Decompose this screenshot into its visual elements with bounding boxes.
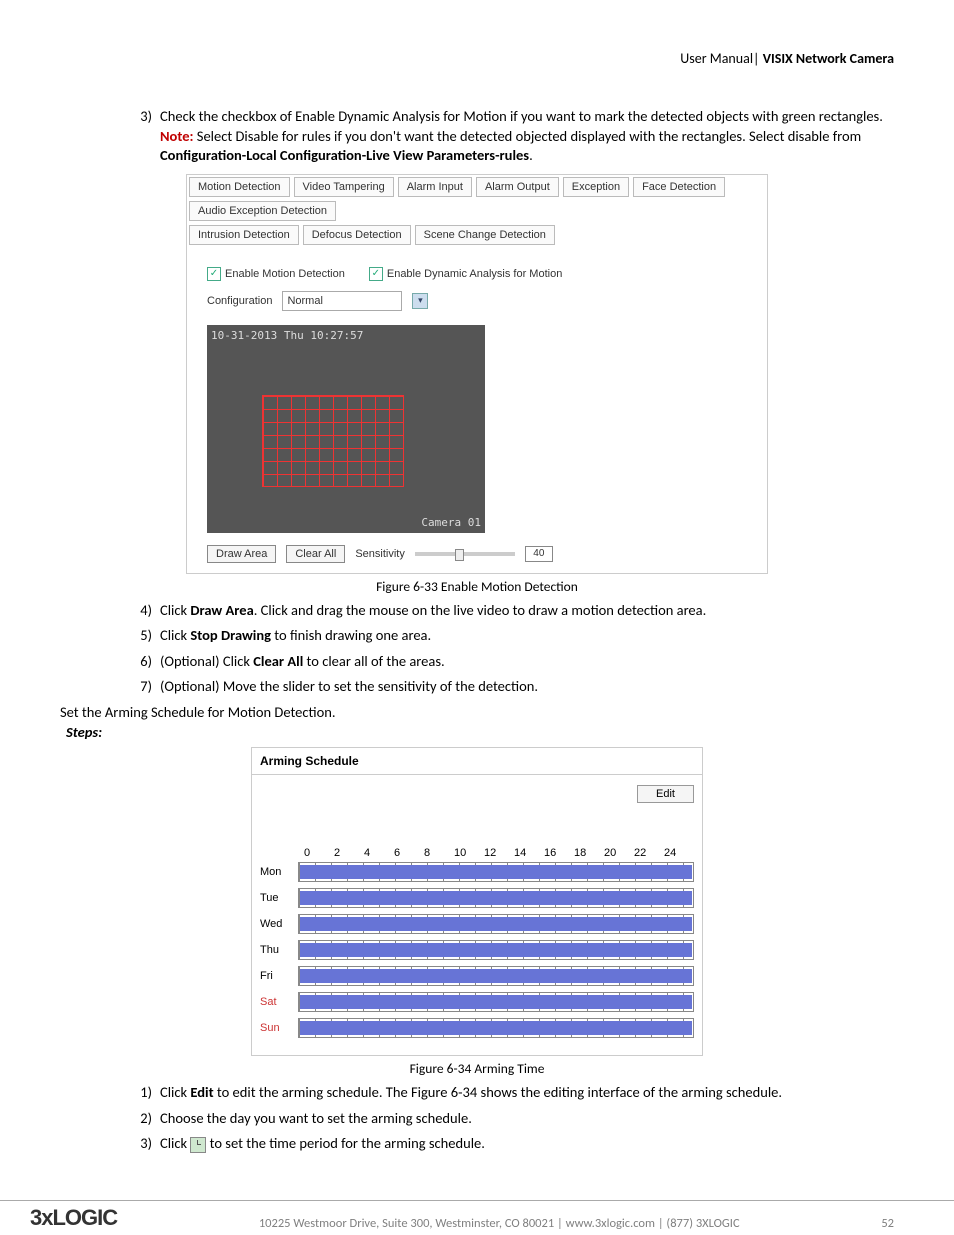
tab-audio-exception-detection[interactable]: Audio Exception Detection xyxy=(189,201,336,221)
header-left: User Manual| xyxy=(680,50,759,67)
enable-motion-label: Enable Motion Detection xyxy=(225,268,345,280)
day-row-thu: Thu xyxy=(260,937,694,963)
schedule-bar[interactable] xyxy=(298,862,694,882)
schedule-bar[interactable] xyxy=(298,888,694,908)
day-row-sun: Sun xyxy=(260,1015,694,1041)
tab-row-2: Intrusion DetectionDefocus DetectionScen… xyxy=(187,223,767,247)
motion-area-grid xyxy=(262,395,404,487)
steps-label: Steps: xyxy=(66,723,894,741)
arm-step-3-content: Click to set the time period for the arm… xyxy=(160,1134,894,1154)
day-row-fri: Fri xyxy=(260,963,694,989)
day-row-sat: Sat xyxy=(260,989,694,1015)
day-label: Wed xyxy=(260,918,298,930)
hour-tick: 6 xyxy=(394,847,424,859)
hour-tick: 14 xyxy=(514,847,544,859)
sensitivity-label: Sensitivity xyxy=(355,548,405,560)
arming-header: Set the Arming Schedule for Motion Detec… xyxy=(60,703,894,721)
step-6-num: 6) xyxy=(120,652,160,672)
schedule-bar[interactable] xyxy=(298,940,694,960)
arming-schedule-panel: Arming Schedule Edit 0246810121416182022… xyxy=(251,747,703,1056)
page-footer: 3xLOGIC 10225 Westmoor Drive, Suite 300,… xyxy=(0,1201,954,1231)
step-4-num: 4) xyxy=(120,601,160,621)
day-label: Sun xyxy=(260,1022,298,1034)
edit-button[interactable]: Edit xyxy=(637,785,694,803)
arm-step-3-num: 3) xyxy=(120,1134,160,1154)
camera-label: Camera 01 xyxy=(421,516,481,529)
logo: 3xLOGIC xyxy=(30,1205,117,1231)
hour-tick: 4 xyxy=(364,847,394,859)
hour-tick: 10 xyxy=(454,847,484,859)
enable-dynamic-checkbox[interactable]: ✓ xyxy=(369,267,383,281)
day-row-mon: Mon xyxy=(260,859,694,885)
day-row-tue: Tue xyxy=(260,885,694,911)
page-header: User Manual| VISIX Network Camera xyxy=(60,50,894,67)
arming-title: Arming Schedule xyxy=(252,748,702,775)
hours-header: 024681012141618202224 xyxy=(304,847,694,859)
day-label: Tue xyxy=(260,892,298,904)
sensitivity-slider[interactable] xyxy=(415,552,515,556)
arm-step-2-num: 2) xyxy=(120,1109,160,1129)
hour-tick: 16 xyxy=(544,847,574,859)
day-row-wed: Wed xyxy=(260,911,694,937)
schedule-bar[interactable] xyxy=(298,992,694,1012)
day-label: Fri xyxy=(260,970,298,982)
figure-2-caption: Figure 6-34 Arming Time xyxy=(60,1060,894,1077)
tab-defocus-detection[interactable]: Defocus Detection xyxy=(303,225,411,245)
figure-1-caption: Figure 6-33 Enable Motion Detection xyxy=(60,578,894,595)
schedule-bar[interactable] xyxy=(298,914,694,934)
draw-area-button[interactable]: Draw Area xyxy=(207,545,276,563)
tab-row-1: Motion DetectionVideo TamperingAlarm Inp… xyxy=(187,175,767,223)
header-title: VISIX Network Camera xyxy=(763,50,894,67)
video-timestamp: 10-31-2013 Thu 10:27:57 xyxy=(211,329,363,342)
hour-tick: 18 xyxy=(574,847,604,859)
step-6-content: (Optional) Click Clear All to clear all … xyxy=(160,652,894,672)
config-panel: Motion DetectionVideo TamperingAlarm Inp… xyxy=(186,174,768,574)
hour-tick: 8 xyxy=(424,847,454,859)
hour-tick: 0 xyxy=(304,847,334,859)
hour-tick: 20 xyxy=(604,847,634,859)
days-grid: Mon Tue Wed Thu Fri Sat Sun xyxy=(260,859,694,1041)
note-label: Note: xyxy=(160,127,194,145)
step-7-num: 7) xyxy=(120,677,160,697)
page-number: 52 xyxy=(881,1216,894,1231)
configuration-select[interactable]: Normal xyxy=(282,291,402,311)
sensitivity-value: 40 xyxy=(525,546,553,562)
clear-all-button[interactable]: Clear All xyxy=(286,545,345,563)
arm-step-1-content: Click Edit to edit the arming schedule. … xyxy=(160,1083,894,1103)
tab-exception[interactable]: Exception xyxy=(563,177,629,197)
enable-motion-checkbox[interactable]: ✓ xyxy=(207,267,221,281)
hour-tick: 2 xyxy=(334,847,364,859)
tab-intrusion-detection[interactable]: Intrusion Detection xyxy=(189,225,299,245)
enable-dynamic-label: Enable Dynamic Analysis for Motion xyxy=(387,268,562,280)
chevron-down-icon[interactable]: ▾ xyxy=(412,293,428,309)
arm-step-1-num: 1) xyxy=(120,1083,160,1103)
step-7-content: (Optional) Move the slider to set the se… xyxy=(160,677,894,697)
day-label: Mon xyxy=(260,866,298,878)
step-4-content: Click Draw Area. Click and drag the mous… xyxy=(160,601,894,621)
day-label: Sat xyxy=(260,996,298,1008)
step-3-content: Check the checkbox of Enable Dynamic Ana… xyxy=(160,107,894,166)
configuration-label: Configuration xyxy=(207,295,272,307)
tab-video-tampering[interactable]: Video Tampering xyxy=(294,177,394,197)
tab-motion-detection[interactable]: Motion Detection xyxy=(189,177,290,197)
schedule-bar[interactable] xyxy=(298,1018,694,1038)
step-5-num: 5) xyxy=(120,626,160,646)
live-video-preview[interactable]: 10-31-2013 Thu 10:27:57 Camera 01 xyxy=(207,325,485,533)
tab-alarm-input[interactable]: Alarm Input xyxy=(398,177,472,197)
tab-scene-change-detection[interactable]: Scene Change Detection xyxy=(415,225,555,245)
hour-tick: 12 xyxy=(484,847,514,859)
hour-tick: 22 xyxy=(634,847,664,859)
tab-face-detection[interactable]: Face Detection xyxy=(633,177,725,197)
day-label: Thu xyxy=(260,944,298,956)
hour-tick: 24 xyxy=(664,847,694,859)
clock-icon xyxy=(190,1137,206,1153)
footer-address: 10225 Westmoor Drive, Suite 300, Westmin… xyxy=(259,1216,740,1231)
step-3-num: 3) xyxy=(120,107,160,166)
tab-alarm-output[interactable]: Alarm Output xyxy=(476,177,559,197)
schedule-bar[interactable] xyxy=(298,966,694,986)
step-5-content: Click Stop Drawing to finish drawing one… xyxy=(160,626,894,646)
arm-step-2-content: Choose the day you want to set the armin… xyxy=(160,1109,894,1129)
